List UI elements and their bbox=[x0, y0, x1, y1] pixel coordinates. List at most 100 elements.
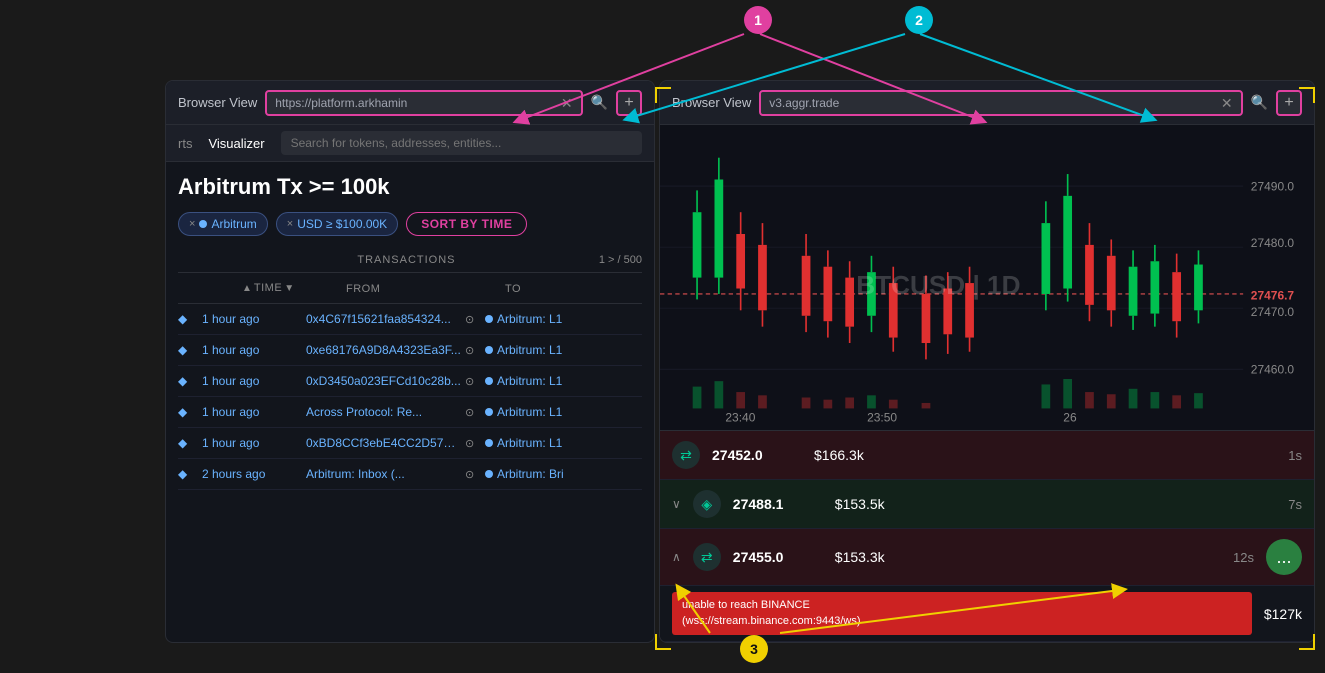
tx-to[interactable]: Arbitrum: L1 bbox=[485, 374, 642, 388]
chain-icon bbox=[485, 470, 493, 478]
right-url-bar[interactable]: v3.aggr.trade ✕ bbox=[759, 90, 1242, 116]
filter-usd-close[interactable]: × bbox=[287, 218, 293, 230]
left-search-icon[interactable]: 🔍 bbox=[591, 94, 608, 111]
tx-type-icon: ◆ bbox=[178, 312, 198, 326]
trade-row: ∧ ⇄ 27455.0 $153.3k 12s ... bbox=[660, 529, 1314, 586]
chain-icon bbox=[485, 315, 493, 323]
tx-from[interactable]: Across Protocol: Re... bbox=[306, 405, 461, 419]
tx-type-icon: ◆ bbox=[178, 467, 198, 481]
trade-direction-icon: ⇄ bbox=[672, 441, 700, 469]
resize-handle-br[interactable] bbox=[1299, 634, 1315, 650]
svg-text:27470.0: 27470.0 bbox=[1251, 305, 1295, 319]
trade-time: 1s bbox=[1272, 448, 1302, 463]
tx-type-icon: ◆ bbox=[178, 343, 198, 357]
trade-time: 12s bbox=[1224, 550, 1254, 565]
arbitrum-dot bbox=[199, 220, 207, 228]
filter-bar: × Arbitrum × USD ≥ $100.00K SORT BY TIME bbox=[178, 212, 642, 236]
tx-to[interactable]: Arbitrum: L1 bbox=[485, 312, 642, 326]
tx-to[interactable]: Arbitrum: L1 bbox=[485, 405, 642, 419]
filter-arbitrum[interactable]: × Arbitrum bbox=[178, 212, 268, 236]
tx-type-icon: ◆ bbox=[178, 436, 198, 450]
table-row: ◆ 1 hour ago 0xD3450a023EFCd10c28b... ⊙ … bbox=[178, 366, 642, 397]
chain-icon bbox=[485, 346, 493, 354]
right-url-close[interactable]: ✕ bbox=[1221, 96, 1233, 110]
from-column-header: FROM bbox=[346, 283, 380, 295]
error-message: unable to reach BINANCE bbox=[682, 598, 1242, 613]
trade-row: ⇄ 27452.0 $166.3k 1s bbox=[660, 431, 1314, 480]
right-url-text: v3.aggr.trade bbox=[769, 96, 1215, 110]
left-content-area: Arbitrum Tx >= 100k × Arbitrum × USD ≥ $… bbox=[166, 162, 654, 642]
resize-handle-bl[interactable] bbox=[655, 634, 671, 650]
tx-from[interactable]: 0x4C67f15621faa854324... bbox=[306, 312, 461, 326]
nav-item-visualizer[interactable]: Visualizer bbox=[208, 136, 264, 151]
svg-text:27490.0: 27490.0 bbox=[1251, 179, 1295, 193]
nav-item-rts[interactable]: rts bbox=[178, 136, 192, 151]
left-url-close[interactable]: ✕ bbox=[561, 96, 573, 110]
chevron-down-icon: ∨ bbox=[672, 497, 681, 511]
tx-type-icon: ◆ bbox=[178, 405, 198, 419]
transaction-rows: ◆ 1 hour ago 0x4C67f15621faa854324... ⊙ … bbox=[178, 304, 642, 490]
tx-from[interactable]: 0xBD8CCf3ebE4CC2D5796... bbox=[306, 436, 461, 450]
trade-price: 27488.1 bbox=[733, 496, 823, 512]
to-column-header: TO bbox=[505, 283, 521, 295]
svg-text:27460.0: 27460.0 bbox=[1251, 363, 1295, 377]
trade-time: 7s bbox=[1272, 497, 1302, 512]
trade-price: 27455.0 bbox=[733, 549, 823, 565]
svg-text:26: 26 bbox=[1063, 410, 1077, 424]
left-browser-title: Browser View bbox=[178, 95, 257, 110]
trade-value: $153.3k bbox=[835, 549, 1212, 565]
table-columns: ▲ TIME ▼ FROM TO bbox=[178, 273, 642, 304]
right-search-icon[interactable]: 🔍 bbox=[1251, 94, 1268, 111]
table-row: ◆ 1 hour ago 0xe68176A9D8A4323Ea3F... ⊙ … bbox=[178, 335, 642, 366]
resize-handle-tr[interactable] bbox=[1299, 87, 1315, 103]
trade-value: $166.3k bbox=[814, 447, 1260, 463]
left-url-bar[interactable]: https://platform.arkhamin ✕ bbox=[265, 90, 582, 116]
table-row: ◆ 1 hour ago 0x4C67f15621faa854324... ⊙ … bbox=[178, 304, 642, 335]
tx-time: 2 hours ago bbox=[202, 467, 302, 481]
tx-time: 1 hour ago bbox=[202, 312, 302, 326]
transactions-label: TRANSACTIONS bbox=[214, 254, 599, 266]
svg-text:23:40: 23:40 bbox=[725, 410, 755, 424]
price-chart: 27490.0 27480.0 27476.7 27470.0 27460.0 … bbox=[660, 125, 1314, 430]
chart-area: 27490.0 27480.0 27476.7 27470.0 27460.0 … bbox=[660, 125, 1314, 430]
tx-from[interactable]: 0xe68176A9D8A4323Ea3F... bbox=[306, 343, 461, 357]
resize-handle-tl[interactable] bbox=[655, 87, 671, 103]
right-browser-title: Browser View bbox=[672, 95, 751, 110]
filter-usd-label: USD ≥ $100.00K bbox=[297, 217, 387, 231]
left-url-text: https://platform.arkhamin bbox=[275, 96, 555, 110]
sort-by-time-button[interactable]: SORT BY TIME bbox=[406, 212, 527, 236]
right-browser-panel: Browser View v3.aggr.trade ✕ 🔍 + bbox=[659, 80, 1315, 643]
more-options-button[interactable]: ... bbox=[1266, 539, 1302, 575]
left-browser-header: Browser View https://platform.arkhamin ✕… bbox=[166, 81, 654, 125]
filter-usd[interactable]: × USD ≥ $100.00K bbox=[276, 212, 398, 236]
trade-binance-icon: ◈ bbox=[693, 490, 721, 518]
trade-price: 27452.0 bbox=[712, 447, 802, 463]
tx-to[interactable]: Arbitrum: L1 bbox=[485, 343, 642, 357]
filter-arbitrum-close[interactable]: × bbox=[189, 218, 195, 230]
tx-time: 1 hour ago bbox=[202, 405, 302, 419]
time-filter-icon: ▼ bbox=[284, 283, 294, 294]
right-browser-header: Browser View v3.aggr.trade ✕ 🔍 + bbox=[660, 81, 1314, 125]
trade-value: $153.5k bbox=[835, 496, 1260, 512]
tx-to[interactable]: Arbitrum: L1 bbox=[485, 436, 642, 450]
table-row: ◆ 1 hour ago 0xBD8CCf3ebE4CC2D5796... ⊙ … bbox=[178, 428, 642, 459]
trade-row-error: unable to reach BINANCE (wss://stream.bi… bbox=[660, 586, 1314, 642]
annotation-3: 3 bbox=[740, 635, 768, 663]
tx-to[interactable]: Arbitrum: Bri bbox=[485, 467, 642, 481]
chain-icon bbox=[485, 377, 493, 385]
left-add-tab-button[interactable]: + bbox=[616, 90, 642, 116]
svg-text:27476.7: 27476.7 bbox=[1251, 288, 1295, 302]
sort-arrow: ▲ bbox=[242, 283, 252, 294]
nav-search-input[interactable] bbox=[281, 131, 642, 155]
tx-time: 1 hour ago bbox=[202, 374, 302, 388]
table-row: ◆ 1 hour ago Across Protocol: Re... ⊙ Ar… bbox=[178, 397, 642, 428]
annotation-2: 2 bbox=[905, 6, 933, 34]
transactions-header: TRANSACTIONS 1 > / 500 bbox=[178, 248, 642, 273]
tx-from[interactable]: Arbitrum: Inbox (... bbox=[306, 467, 461, 481]
svg-text:27480.0: 27480.0 bbox=[1251, 236, 1295, 250]
trade-row: ∨ ◈ 27488.1 $153.5k 7s bbox=[660, 480, 1314, 529]
tx-type-icon: ◆ bbox=[178, 374, 198, 388]
tx-from[interactable]: 0xD3450a023EFCd10c28b... bbox=[306, 374, 461, 388]
trade-rows: ⇄ 27452.0 $166.3k 1s ∨ ◈ 27488.1 $153.5k… bbox=[660, 430, 1314, 642]
chevron-up-icon: ∧ bbox=[672, 550, 681, 564]
